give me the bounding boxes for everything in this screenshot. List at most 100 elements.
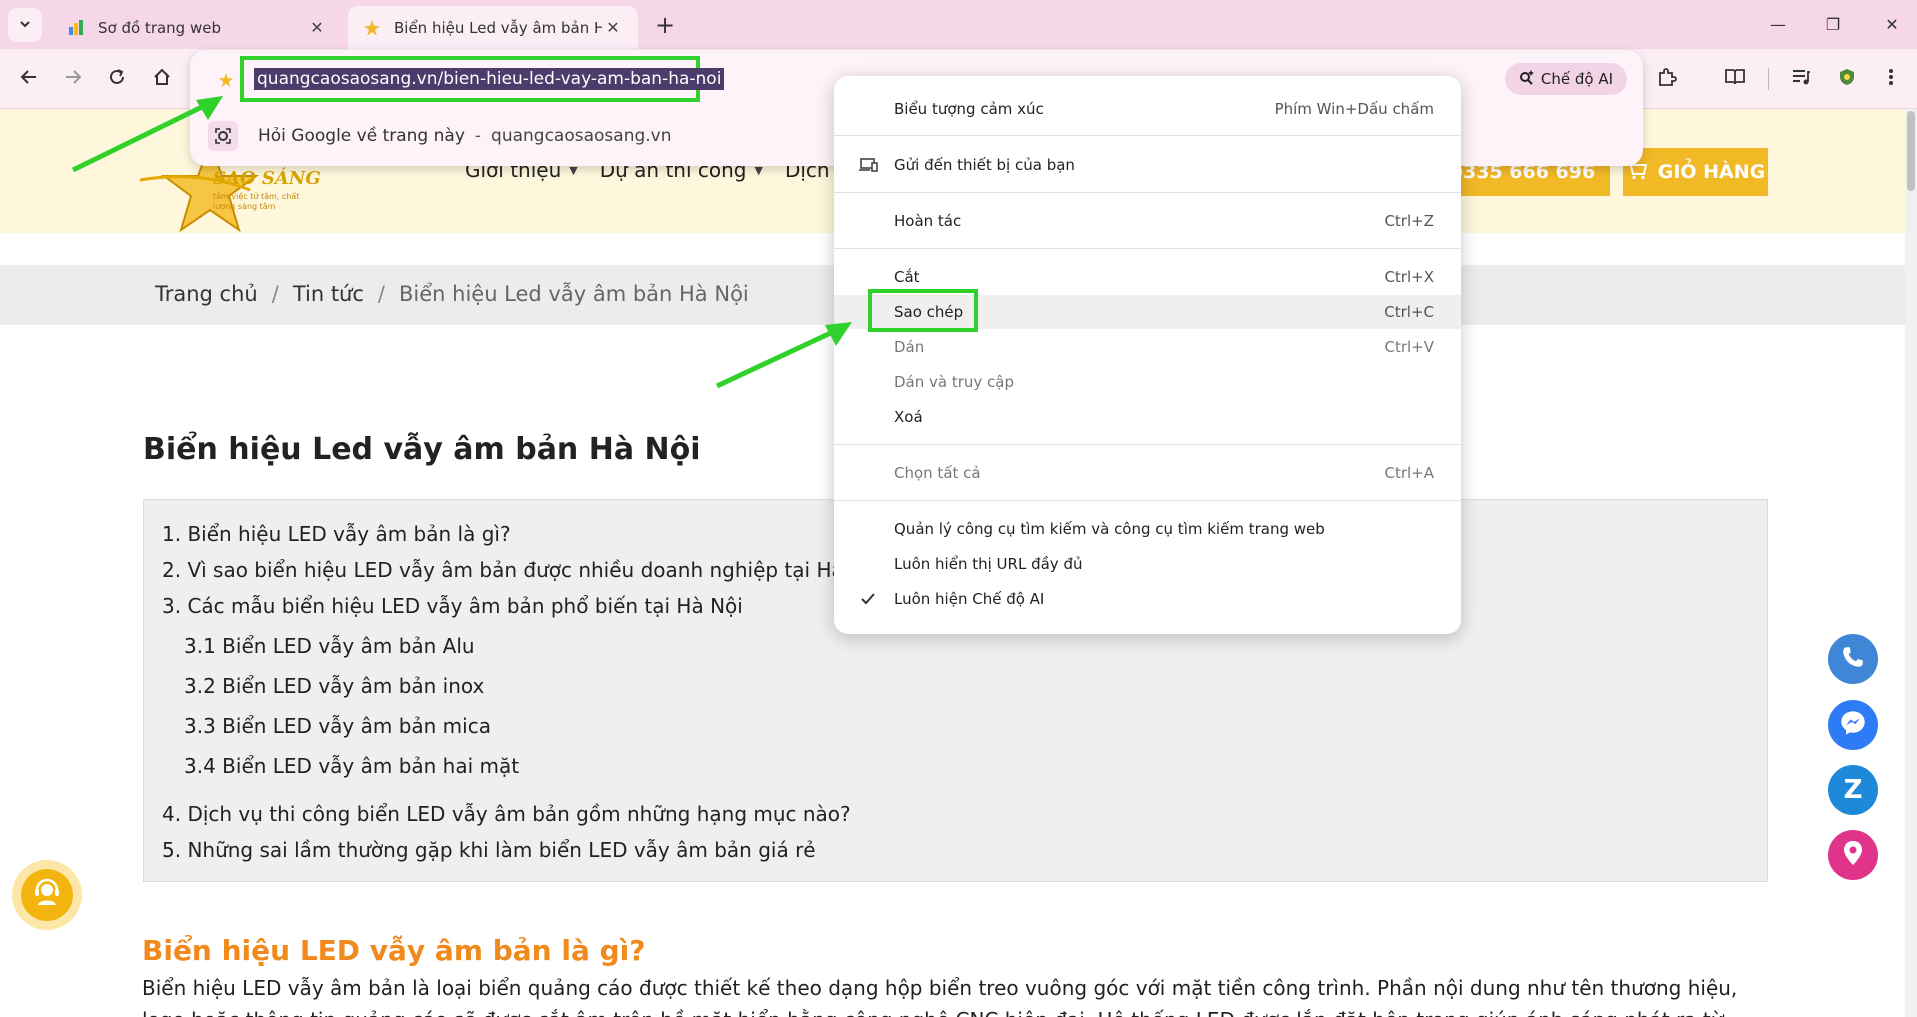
menu-item-paste-and-go[interactable]: Dán và truy cập (834, 365, 1461, 399)
menu-item-select-all[interactable]: Chọn tất cả Ctrl+A (834, 456, 1461, 490)
media-controls-button[interactable] (1786, 64, 1816, 94)
arrow-left-icon (20, 68, 38, 90)
menu-item-label: Luôn hiển thị URL đầy đủ (894, 555, 1083, 573)
suggestion-separator: - (474, 126, 482, 146)
suggestion-label: Hỏi Google về trang này (258, 126, 465, 146)
toc-item[interactable]: 3.3 Biển LED vẫy âm bản mica (184, 714, 491, 738)
cart-label: GIỎ HÀNG (1657, 161, 1766, 183)
reading-mode-button[interactable] (1720, 64, 1750, 94)
tab-title: Biển hiệu Led vẫy âm bản Hà Nội (394, 18, 602, 37)
cart-button[interactable]: GIỎ HÀNG (1623, 148, 1768, 196)
tab-active-article[interactable]: Biển hiệu Led vẫy âm bản Hà Nội ✕ (348, 6, 638, 49)
menu-item-shortcut: Ctrl+C (1384, 303, 1434, 321)
menu-item-manage-search-engines[interactable]: Quản lý công cụ tìm kiếm và công cụ tìm … (834, 512, 1461, 546)
menu-item-shortcut: Ctrl+V (1384, 338, 1434, 356)
close-window-button[interactable]: ✕ (1872, 8, 1912, 40)
menu-item-label: Chọn tất cả (894, 464, 981, 482)
toc-item[interactable]: 1. Biển hiệu LED vẫy âm bản là gì? (162, 522, 511, 546)
toc-item[interactable]: 4. Dịch vụ thi công biển LED vẫy âm bản … (162, 802, 851, 826)
zalo-icon: Z (1843, 775, 1863, 805)
menu-item-shortcut: Phím Win+Dấu chấm (1274, 100, 1434, 118)
menu-item-label: Hoàn tác (894, 212, 962, 230)
arrow-right-icon (64, 68, 82, 90)
extensions-button[interactable] (1652, 64, 1682, 94)
toc-item[interactable]: 2. Vì sao biển hiệu LED vẫy âm bản được … (162, 558, 844, 582)
support-inner (21, 869, 73, 921)
toc-item[interactable]: 3.2 Biển LED vẫy âm bản inox (184, 674, 484, 698)
minimize-icon: — (1770, 14, 1786, 34)
close-icon: ✕ (1885, 14, 1899, 34)
support-chat-button[interactable] (12, 860, 82, 930)
minimize-button[interactable]: — (1758, 8, 1798, 40)
plus-icon: + (654, 11, 676, 39)
restore-button[interactable]: ❐ (1813, 8, 1853, 40)
star-favicon-icon (216, 70, 236, 90)
tab-search-button[interactable] (8, 8, 42, 42)
context-menu: Biểu tượng cảm xúc Phím Win+Dấu chấm Gửi… (834, 76, 1461, 634)
menu-item-paste[interactable]: Dán Ctrl+V (834, 330, 1461, 364)
new-tab-button[interactable]: + (650, 10, 680, 40)
menu-separator (834, 192, 1461, 193)
omnibox-suggestion[interactable]: Hỏi Google về trang này - quangcaosaosan… (208, 114, 672, 158)
star-favicon-icon (362, 18, 382, 38)
messenger-button[interactable] (1828, 700, 1878, 750)
scrollbar-thumb[interactable] (1907, 111, 1915, 191)
toc-item[interactable]: 3.4 Biển LED vẫy âm bản hai mặt (184, 754, 519, 778)
back-button[interactable] (12, 62, 46, 96)
map-button[interactable] (1828, 830, 1878, 880)
menu-item-always-show-ai-mode[interactable]: Luôn hiện Chế độ AI (834, 582, 1461, 616)
menu-item-shortcut: Ctrl+X (1384, 268, 1434, 286)
zalo-button[interactable]: Z (1828, 765, 1878, 815)
sparkle-search-icon (1519, 69, 1535, 89)
more-vertical-icon (1888, 68, 1894, 90)
toc-item[interactable]: 5. Những sai lầm thường gặp khi làm biển… (162, 838, 816, 862)
chevron-down-icon (18, 16, 32, 35)
messenger-icon (1839, 709, 1867, 741)
menu-item-show-full-url[interactable]: Luôn hiển thị URL đầy đủ (834, 547, 1461, 581)
close-icon[interactable]: ✕ (306, 17, 328, 39)
menu-item-undo[interactable]: Hoàn tác Ctrl+Z (834, 204, 1461, 238)
forward-button[interactable] (56, 62, 90, 96)
breadcrumb-separator: / (377, 282, 385, 306)
menu-item-label: Gửi đến thiết bị của bạn (894, 156, 1075, 174)
toolbar-divider (1768, 68, 1769, 90)
tab-sitemap[interactable]: Sơ đồ trang web ✕ (52, 6, 342, 49)
menu-item-send-to-devices[interactable]: Gửi đến thiết bị của bạn (834, 148, 1461, 182)
close-icon[interactable]: ✕ (602, 17, 624, 39)
menu-item-label: Luôn hiện Chế độ AI (894, 590, 1045, 608)
breadcrumb-separator: / (271, 282, 279, 306)
page-title: Biển hiệu Led vẫy âm bản Hà Nội (143, 432, 701, 467)
home-button[interactable] (145, 62, 179, 96)
map-pin-icon (1842, 840, 1864, 870)
breadcrumb-home[interactable]: Trang chủ (155, 282, 258, 306)
menu-item-shortcut: Ctrl+Z (1384, 212, 1434, 230)
playlist-icon (1791, 68, 1811, 90)
address-bar[interactable]: quangcaosaosang.vn/bien-hieu-led-vay-am-… (240, 56, 725, 102)
ai-mode-label: Chế độ AI (1540, 70, 1614, 88)
page-scrollbar[interactable] (1905, 109, 1917, 1017)
menu-item-label: Dán và truy cập (894, 373, 1015, 391)
restore-icon: ❐ (1825, 14, 1841, 34)
menu-separator (834, 444, 1461, 445)
logo-tagline: tâm việc tử tâm, chất lượng sáng tâm (213, 192, 300, 211)
menu-item-delete[interactable]: Xoá (834, 400, 1461, 434)
tab-strip: Sơ đồ trang web ✕ Biển hiệu Led vẫy âm b… (0, 0, 1917, 49)
menu-separator (834, 135, 1461, 136)
shield-extension-icon (1838, 68, 1856, 90)
reload-button[interactable] (100, 62, 134, 96)
support-agent-icon (32, 878, 62, 912)
breadcrumb-news[interactable]: Tin tức (293, 282, 364, 306)
toc-item[interactable]: 3. Các mẫu biển hiệu LED vẫy âm bản phổ … (162, 594, 743, 618)
ai-mode-button[interactable]: Chế độ AI (1505, 63, 1627, 95)
profile-extension-button[interactable] (1832, 64, 1862, 94)
menu-item-label: Cắt (894, 268, 920, 286)
url-text-selected[interactable]: quangcaosaosang.vn/bien-hieu-led-vay-am-… (254, 68, 725, 90)
arrow-to-copy-icon (715, 322, 852, 389)
menu-item-emoji[interactable]: Biểu tượng cảm xúc Phím Win+Dấu chấm (834, 92, 1461, 126)
browser-menu-button[interactable] (1876, 64, 1906, 94)
toc-item[interactable]: 3.1 Biển LED vẫy âm bản Alu (184, 634, 475, 658)
tab-title: Sơ đồ trang web (98, 18, 221, 37)
menu-item-label: Xoá (894, 408, 923, 426)
menu-item-label: Dán (894, 338, 925, 356)
call-button[interactable] (1828, 634, 1878, 684)
